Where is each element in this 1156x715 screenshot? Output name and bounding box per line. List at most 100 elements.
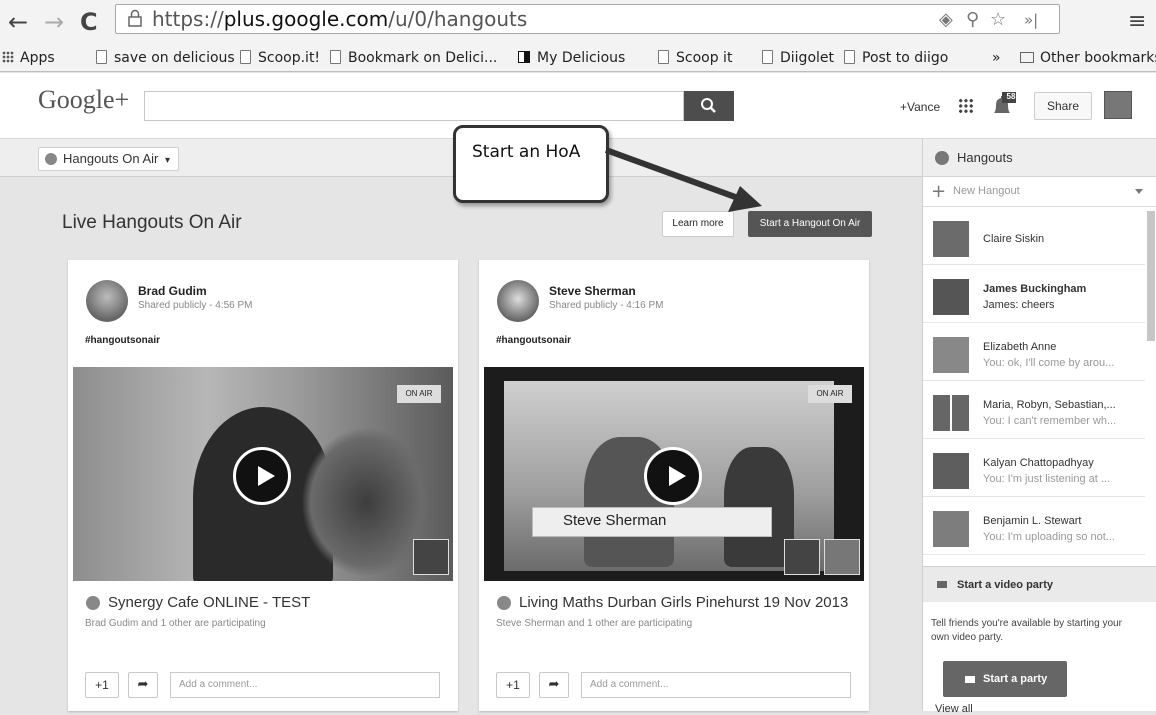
play-button[interactable] bbox=[233, 447, 291, 505]
video-party-header[interactable]: Start a video party bbox=[923, 566, 1156, 602]
bookmark-item[interactable]: Diigolet bbox=[762, 50, 834, 66]
page-icon bbox=[96, 50, 107, 64]
on-air-badge: ON AIR bbox=[397, 385, 441, 403]
avatar[interactable] bbox=[86, 280, 128, 322]
hangouts-icon bbox=[497, 596, 511, 610]
hangouts-panel: Hangouts + New Hangout Claire Siskin Jam… bbox=[922, 139, 1156, 715]
author-name[interactable]: Steve Sherman bbox=[549, 284, 636, 298]
bookmark-item[interactable]: Scoop it bbox=[658, 50, 732, 66]
search-button[interactable] bbox=[684, 91, 734, 121]
video-thumbnail[interactable]: ON AIR Steve Sherman bbox=[484, 367, 864, 581]
bookmark-item[interactable]: Scoop.it! bbox=[240, 50, 320, 66]
plus-one-button[interactable]: +1 bbox=[496, 672, 530, 698]
play-button[interactable] bbox=[644, 447, 702, 505]
hangout-title[interactable]: Living Maths Durban Girls Pinehurst 19 N… bbox=[519, 594, 848, 611]
hangouts-header: Hangouts bbox=[923, 139, 1156, 177]
avatar[interactable] bbox=[497, 280, 539, 322]
hangout-contact[interactable]: Maria, Robyn, Sebastian,... You: I can't… bbox=[923, 385, 1145, 439]
hangouts-on-air-dropdown[interactable]: Hangouts On Air ▾ bbox=[38, 147, 180, 171]
search-input[interactable] bbox=[144, 91, 684, 121]
page-icon bbox=[658, 50, 669, 64]
bookmark-item[interactable]: save on delicious bbox=[96, 50, 235, 66]
new-hangout-input[interactable]: + New Hangout bbox=[923, 177, 1156, 207]
hangout-contact[interactable]: Claire Siskin bbox=[923, 211, 1145, 265]
scrollbar[interactable] bbox=[1147, 211, 1155, 341]
bookmark-apps[interactable]: Apps bbox=[2, 50, 55, 66]
participant-thumbnail[interactable] bbox=[413, 539, 449, 575]
comment-input[interactable]: Add a comment... bbox=[581, 672, 851, 698]
google-plus-logo[interactable]: Google+ bbox=[38, 85, 129, 115]
hangouts-icon bbox=[45, 153, 57, 165]
delicious-icon bbox=[518, 51, 530, 63]
extension-icon[interactable]: ◈ bbox=[939, 9, 953, 30]
annotation-callout: Start an HoA bbox=[453, 125, 609, 203]
bookmark-item[interactable]: Post to diigo bbox=[844, 50, 948, 66]
share-button[interactable]: Share bbox=[1034, 92, 1092, 120]
post-meta: Shared publicly - 4:56 PM bbox=[138, 300, 253, 311]
participant-thumbnail[interactable] bbox=[784, 539, 820, 575]
lock-icon bbox=[128, 9, 142, 27]
start-party-button[interactable]: Start a party bbox=[943, 661, 1067, 697]
hangouts-icon bbox=[935, 151, 949, 165]
folder-icon bbox=[1020, 52, 1034, 63]
plus-one-button[interactable]: +1 bbox=[85, 672, 119, 698]
hangout-contact[interactable]: James Buckingham James: cheers bbox=[923, 269, 1145, 323]
profile-link[interactable]: +Vance bbox=[900, 100, 940, 114]
star-icon[interactable]: ☆ bbox=[990, 9, 1006, 30]
overflow-icon[interactable]: »| bbox=[1024, 11, 1038, 29]
hashtag[interactable]: #hangoutsonair bbox=[85, 335, 160, 346]
bookmarks-bar: Apps save on delicious Scoop.it! Bookmar… bbox=[0, 46, 1156, 72]
comment-input[interactable]: Add a comment... bbox=[170, 672, 440, 698]
hangout-contact[interactable]: Benjamin L. Stewart You: I'm uploading s… bbox=[923, 501, 1145, 555]
address-row: ← → C https://plus.google.com/u/0/hangou… bbox=[0, 0, 1156, 44]
video-camera-icon bbox=[965, 676, 975, 683]
avatar[interactable] bbox=[1104, 91, 1132, 119]
page-icon bbox=[240, 50, 251, 64]
video-thumbnail[interactable]: ON AIR bbox=[73, 367, 453, 581]
avatar bbox=[933, 221, 969, 257]
zoom-icon[interactable]: ⚲ bbox=[966, 9, 979, 30]
notification-count: 58 bbox=[1006, 92, 1016, 101]
video-camera-icon bbox=[937, 581, 947, 588]
other-bookmarks[interactable]: Other bookmarks bbox=[1020, 50, 1156, 66]
hangout-card: Brad Gudim Shared publicly - 4:56 PM #ha… bbox=[68, 260, 458, 711]
plant-graphic bbox=[301, 427, 431, 577]
back-icon[interactable]: ← bbox=[8, 8, 28, 36]
avatar bbox=[933, 337, 969, 373]
forward-icon[interactable]: → bbox=[44, 8, 64, 36]
hangouts-icon bbox=[86, 596, 100, 610]
plus-icon: + bbox=[931, 181, 947, 202]
search-icon bbox=[701, 98, 716, 113]
bookmark-item[interactable]: Bookmark on Delici... bbox=[330, 50, 497, 66]
author-name[interactable]: Brad Gudim bbox=[138, 284, 207, 298]
name-banner-text: Steve Sherman bbox=[563, 512, 667, 529]
page-title: Live Hangouts On Air bbox=[62, 212, 242, 233]
reload-icon[interactable]: C bbox=[80, 8, 98, 36]
avatar bbox=[933, 453, 969, 489]
bookmark-item[interactable]: My Delicious bbox=[518, 50, 625, 66]
hangout-contact[interactable]: Elizabeth Anne You: ok, I'll come by aro… bbox=[923, 327, 1145, 381]
page-icon bbox=[762, 50, 773, 64]
hangout-card: Steve Sherman Shared publicly - 4:16 PM … bbox=[479, 260, 869, 711]
menu-icon[interactable]: ≡ bbox=[1128, 8, 1146, 36]
participants-text: Steve Sherman and 1 other are participat… bbox=[496, 618, 693, 629]
share-arrow-icon[interactable]: ➦ bbox=[539, 672, 569, 698]
avatar-group bbox=[933, 395, 969, 431]
hashtag[interactable]: #hangoutsonair bbox=[496, 335, 571, 346]
bookmarks-overflow[interactable]: » bbox=[992, 50, 1001, 66]
page-icon bbox=[330, 50, 341, 64]
avatar bbox=[933, 511, 969, 547]
name-banner: Steve Sherman bbox=[532, 507, 772, 537]
view-all-link[interactable]: View all bbox=[935, 703, 973, 715]
participants-text: Brad Gudim and 1 other are participating bbox=[85, 618, 266, 629]
apps-grid-icon[interactable] bbox=[958, 98, 974, 114]
callout-text: Start an HoA bbox=[472, 142, 581, 162]
share-arrow-icon[interactable]: ➦ bbox=[128, 672, 158, 698]
on-air-badge: ON AIR bbox=[808, 385, 852, 403]
hangout-contact[interactable]: Kalyan Chattopadhyay You: I'm just liste… bbox=[923, 443, 1145, 497]
address-bar[interactable]: https://plus.google.com/u/0/hangouts ◈ ⚲… bbox=[115, 4, 1060, 34]
hangout-title[interactable]: Synergy Cafe ONLINE - TEST bbox=[108, 594, 310, 611]
apps-icon bbox=[2, 51, 14, 63]
chevron-down-icon[interactable] bbox=[1135, 189, 1143, 194]
participant-thumbnail[interactable] bbox=[824, 539, 860, 575]
